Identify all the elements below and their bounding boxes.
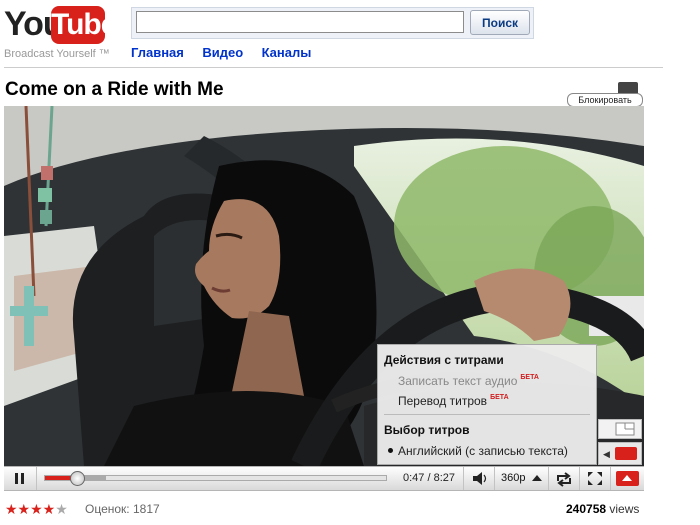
star-icon-half: ★ <box>55 501 68 517</box>
header-divider <box>4 67 663 68</box>
video-player[interactable]: Действия с титрами Записать текст аудио Б… <box>4 106 644 466</box>
popout-button[interactable] <box>549 467 580 490</box>
caption-selection-title: Выбор титров <box>384 423 470 437</box>
rating-count: Оценок: 1817 <box>85 502 160 516</box>
volume-button[interactable] <box>463 467 495 490</box>
block-button[interactable]: Блокировать <box>567 82 643 107</box>
caption-track-english[interactable]: Английский (с записью текста) <box>398 444 568 458</box>
fullscreen-button[interactable] <box>580 467 611 490</box>
view-count: 240758 views <box>566 502 639 516</box>
chevron-up-icon <box>532 475 542 481</box>
logo-tube-text: Tube <box>51 6 117 44</box>
captions-menu: Действия с титрами Записать текст аудио Б… <box>377 344 597 465</box>
rating-stars[interactable]: ★★★★★ <box>5 501 68 518</box>
beta-badge: БЕТА <box>490 394 509 401</box>
block-label: Блокировать <box>567 93 643 107</box>
views-label: views <box>609 502 640 516</box>
translate-captions-item[interactable]: Перевод титров БЕТА <box>398 394 509 408</box>
pause-icon-bar <box>21 473 24 484</box>
beta-badge: БЕТА <box>520 374 539 381</box>
toggle-size-icon <box>616 471 639 486</box>
youtube-logo[interactable]: You Tube Broadcast Yourself ™ <box>4 4 117 62</box>
popout-icon <box>557 472 571 487</box>
captions-toggle-button[interactable]: ◀ <box>598 442 642 465</box>
captions-position-button[interactable] <box>598 419 642 439</box>
captions-active-icon <box>615 447 637 460</box>
volume-icon <box>473 472 487 485</box>
quality-button[interactable]: 360p <box>494 467 549 490</box>
transcribe-audio-item[interactable]: Записать текст аудио БЕТА <box>398 374 539 388</box>
time-display: 0:47 / 8:27 <box>403 472 455 484</box>
fullscreen-icon <box>588 472 602 485</box>
captions-side-controls: ◀ <box>598 414 644 466</box>
translate-captions-label: Перевод титров <box>398 394 488 408</box>
captions-actions-title: Действия с титрами <box>384 353 504 367</box>
nav-channels-link[interactable]: Каналы <box>262 45 312 60</box>
progress-scrubber[interactable] <box>69 471 85 486</box>
toggle-size-button[interactable] <box>611 467 644 490</box>
search-input[interactable] <box>136 11 464 33</box>
nav-home-link[interactable]: Главная <box>131 45 184 60</box>
search-button[interactable]: Поиск <box>470 10 530 35</box>
captions-menu-divider <box>384 414 590 415</box>
pause-icon <box>15 473 18 484</box>
logo-tagline: Broadcast Yourself ™ <box>4 48 110 60</box>
pause-button[interactable] <box>4 467 37 490</box>
nav-videos-link[interactable]: Видео <box>202 45 243 60</box>
video-title: Come on a Ride with Me <box>5 79 224 100</box>
view-count-number: 240758 <box>566 502 607 516</box>
selected-bullet-icon <box>388 448 393 453</box>
progress-bar[interactable] <box>44 471 387 486</box>
player-controls: 0:47 / 8:27 360p <box>4 466 644 491</box>
search-bar: Поиск <box>131 7 534 39</box>
captions-icon <box>615 422 635 436</box>
arrow-left-icon: ◀ <box>603 449 610 459</box>
star-icon-full: ★★★★ <box>5 501 56 517</box>
transcribe-audio-label: Записать текст аудио <box>398 374 518 388</box>
top-nav: Главная Видео Каналы <box>131 44 325 64</box>
quality-label: 360p <box>501 472 526 484</box>
